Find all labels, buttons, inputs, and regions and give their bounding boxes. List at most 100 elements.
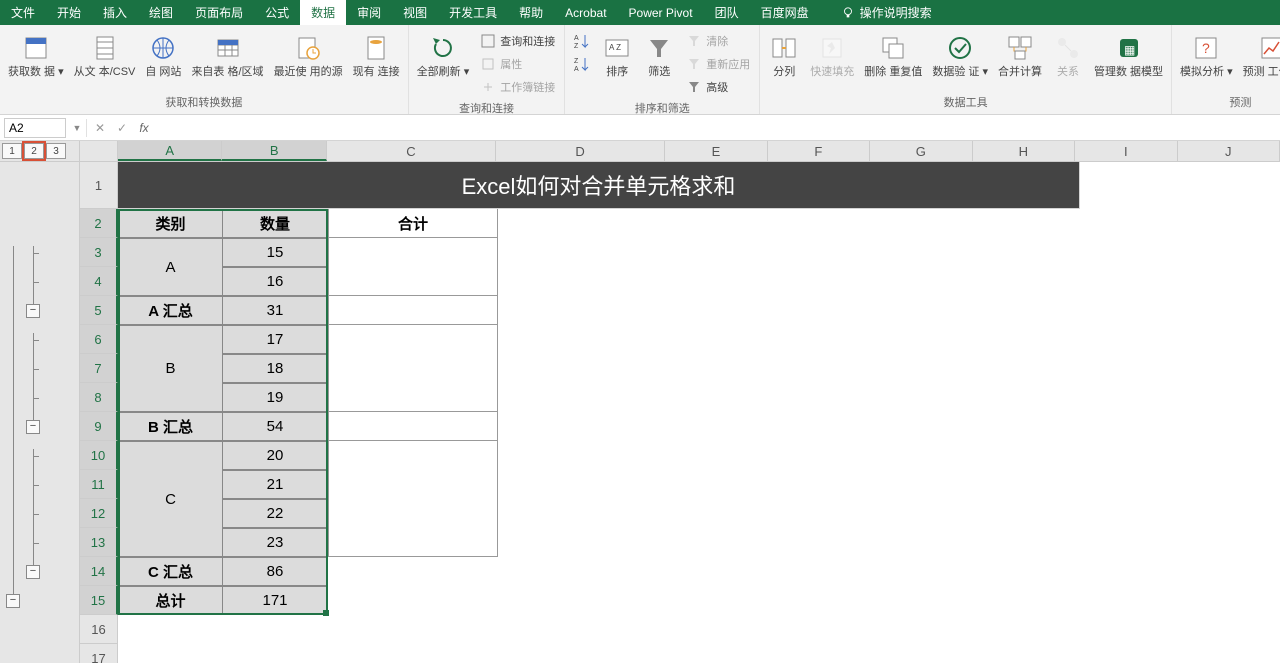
col-header-F[interactable]: F [768, 141, 870, 161]
from-csv-button[interactable]: 从文 本/CSV [70, 30, 140, 81]
advanced-filter-button[interactable]: 高级 [681, 76, 755, 98]
cell-B7[interactable]: 18 [223, 354, 328, 383]
cell-A10[interactable]: C [118, 441, 223, 557]
cell-B8[interactable]: 19 [223, 383, 328, 412]
cell-B11[interactable]: 21 [223, 470, 328, 499]
cell-C10[interactable] [328, 441, 498, 557]
header-sum[interactable]: 合计 [328, 209, 498, 238]
from-table-button[interactable]: 来自表 格/区域 [187, 30, 267, 81]
cell-B14[interactable]: 86 [223, 557, 328, 586]
data-model-button[interactable]: ▦管理数 据模型 [1090, 30, 1167, 81]
outline-collapse-c[interactable] [26, 565, 40, 579]
sort-button[interactable]: A Z排序 [597, 30, 637, 81]
text-to-columns-button[interactable]: 分列 [764, 30, 804, 81]
row-header-10[interactable]: 10 [80, 441, 118, 470]
row-header-3[interactable]: 3 [80, 238, 118, 267]
row-header-7[interactable]: 7 [80, 354, 118, 383]
cell-B10[interactable]: 20 [223, 441, 328, 470]
fill-handle[interactable] [323, 610, 329, 616]
cell-B4[interactable]: 16 [223, 267, 328, 296]
outline-collapse-total[interactable] [6, 594, 20, 608]
reapply-button[interactable]: 重新应用 [681, 53, 755, 75]
forecast-sheet-button[interactable]: 预测 工作表 [1239, 30, 1280, 81]
col-header-E[interactable]: E [665, 141, 767, 161]
outline-level-3[interactable]: 3 [46, 143, 66, 159]
row-header-6[interactable]: 6 [80, 325, 118, 354]
tab-developer[interactable]: 开发工具 [438, 0, 508, 25]
whatif-button[interactable]: ?模拟分析 ▾ [1176, 30, 1237, 81]
outline-level-2[interactable]: 2 [24, 143, 44, 159]
cell-A3[interactable]: A [118, 238, 223, 296]
cancel-formula-button[interactable]: ✕ [89, 121, 111, 135]
remove-duplicates-button[interactable]: 删除 重复值 [860, 30, 926, 81]
sort-az-button[interactable]: AZ [569, 30, 595, 52]
row-header-12[interactable]: 12 [80, 499, 118, 528]
refresh-all-button[interactable]: 全部刷新 ▾ [413, 30, 474, 81]
header-quantity[interactable]: 数量 [223, 209, 328, 238]
row-header-15[interactable]: 15 [80, 586, 118, 615]
from-web-button[interactable]: 自 网站 [141, 30, 185, 81]
existing-connections-button[interactable]: 现有 连接 [349, 30, 404, 81]
outline-level-1[interactable]: 1 [2, 143, 22, 159]
recent-sources-button[interactable]: 最近使 用的源 [270, 30, 347, 81]
grid[interactable]: ABCDEFGHIJ 1234567891011121314151617 Exc… [80, 141, 1280, 663]
relationships-button[interactable]: 关系 [1048, 30, 1088, 81]
enter-formula-button[interactable]: ✓ [111, 121, 133, 135]
col-header-D[interactable]: D [496, 141, 665, 161]
tab-page-layout[interactable]: 页面布局 [184, 0, 254, 25]
tell-me-search[interactable]: 操作说明搜索 [830, 0, 943, 25]
row-header-8[interactable]: 8 [80, 383, 118, 412]
col-header-H[interactable]: H [973, 141, 1075, 161]
cell-C3[interactable] [328, 238, 498, 296]
tab-powerpivot[interactable]: Power Pivot [618, 0, 704, 25]
row-header-1[interactable]: 1 [80, 162, 118, 209]
tab-baidu[interactable]: 百度网盘 [750, 0, 820, 25]
col-header-I[interactable]: I [1075, 141, 1177, 161]
outline-collapse-a[interactable] [26, 304, 40, 318]
cell-A6[interactable]: B [118, 325, 223, 412]
cell-A14[interactable]: C 汇总 [118, 557, 223, 586]
tab-acrobat[interactable]: Acrobat [554, 0, 617, 25]
flash-fill-button[interactable]: 快速填充 [806, 30, 858, 81]
col-header-A[interactable]: A [118, 141, 222, 161]
tab-formulas[interactable]: 公式 [254, 0, 300, 25]
col-header-J[interactable]: J [1178, 141, 1280, 161]
clear-filter-button[interactable]: 清除 [681, 30, 755, 52]
cell-C9[interactable] [328, 412, 498, 441]
row-header-4[interactable]: 4 [80, 267, 118, 296]
row-header-13[interactable]: 13 [80, 528, 118, 557]
title-cell[interactable]: Excel如何对合并单元格求和 [118, 162, 1080, 209]
cell-A9[interactable]: B 汇总 [118, 412, 223, 441]
tab-file[interactable]: 文件 [0, 0, 46, 25]
outline-collapse-b[interactable] [26, 420, 40, 434]
cell-C6[interactable] [328, 325, 498, 412]
tab-review[interactable]: 审阅 [346, 0, 392, 25]
select-all-corner[interactable] [80, 141, 118, 162]
data-validation-button[interactable]: 数据验 证 ▾ [928, 30, 992, 81]
cell-B6[interactable]: 17 [223, 325, 328, 354]
cell-A15[interactable]: 总计 [118, 586, 223, 615]
tab-insert[interactable]: 插入 [92, 0, 138, 25]
row-header-17[interactable]: 17 [80, 644, 118, 663]
tab-data[interactable]: 数据 [300, 0, 346, 25]
row-header-11[interactable]: 11 [80, 470, 118, 499]
tab-team[interactable]: 团队 [704, 0, 750, 25]
tab-help[interactable]: 帮助 [508, 0, 554, 25]
properties-button[interactable]: 属性 [475, 53, 560, 75]
tab-home[interactable]: 开始 [46, 0, 92, 25]
cell-B5[interactable]: 31 [223, 296, 328, 325]
edit-links-button[interactable]: 工作簿链接 [475, 76, 560, 98]
consolidate-button[interactable]: 合并计算 [994, 30, 1046, 81]
name-box-dropdown[interactable]: ▼ [70, 123, 84, 133]
row-header-5[interactable]: 5 [80, 296, 118, 325]
get-data-button[interactable]: 获取数 据 ▾ [4, 30, 68, 81]
header-category[interactable]: 类别 [118, 209, 223, 238]
col-header-G[interactable]: G [870, 141, 972, 161]
cell-B12[interactable]: 22 [223, 499, 328, 528]
cell-B3[interactable]: 15 [223, 238, 328, 267]
sort-za-button[interactable]: ZA [569, 53, 595, 75]
row-header-14[interactable]: 14 [80, 557, 118, 586]
formula-input[interactable] [155, 118, 1280, 138]
cell-B15[interactable]: 171 [223, 586, 328, 615]
cell-C5[interactable] [328, 296, 498, 325]
